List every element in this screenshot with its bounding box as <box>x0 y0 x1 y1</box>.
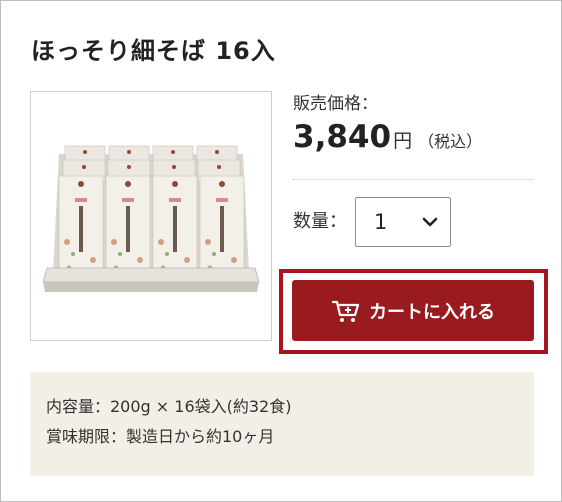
chevron-down-icon <box>422 217 438 227</box>
quantity-select[interactable]: 1 <box>355 197 451 247</box>
product-details: 内容量：200g × 16袋入(約32食) 賞味期限：製造日から約10ヶ月 <box>30 372 534 476</box>
price-unit: 円 <box>393 130 413 152</box>
shelf-life-info: 賞味期限：製造日から約10ヶ月 <box>46 427 275 446</box>
product-package-illustration <box>42 145 260 292</box>
cart-add-icon <box>331 300 360 322</box>
product-card: ほっそり細そば 16入 販売価格： 3,840 円 （税込） 数量： 1 カート… <box>0 0 562 502</box>
tax-note: （税込） <box>418 132 483 151</box>
price-row: 3,840 円 （税込） <box>293 119 482 155</box>
quantity-label: 数量： <box>293 211 347 232</box>
product-title: ほっそり細そば 16入 <box>31 37 276 65</box>
price-value: 3,840 <box>293 119 392 155</box>
quantity-value: 1 <box>374 210 388 234</box>
product-image[interactable] <box>30 91 272 341</box>
price-label: 販売価格： <box>293 94 378 114</box>
add-to-cart-label: カートに入れる <box>369 301 495 323</box>
contents-info: 内容量：200g × 16袋入(約32食) <box>46 397 292 416</box>
divider <box>293 179 533 180</box>
add-to-cart-button[interactable]: カートに入れる <box>292 280 534 341</box>
